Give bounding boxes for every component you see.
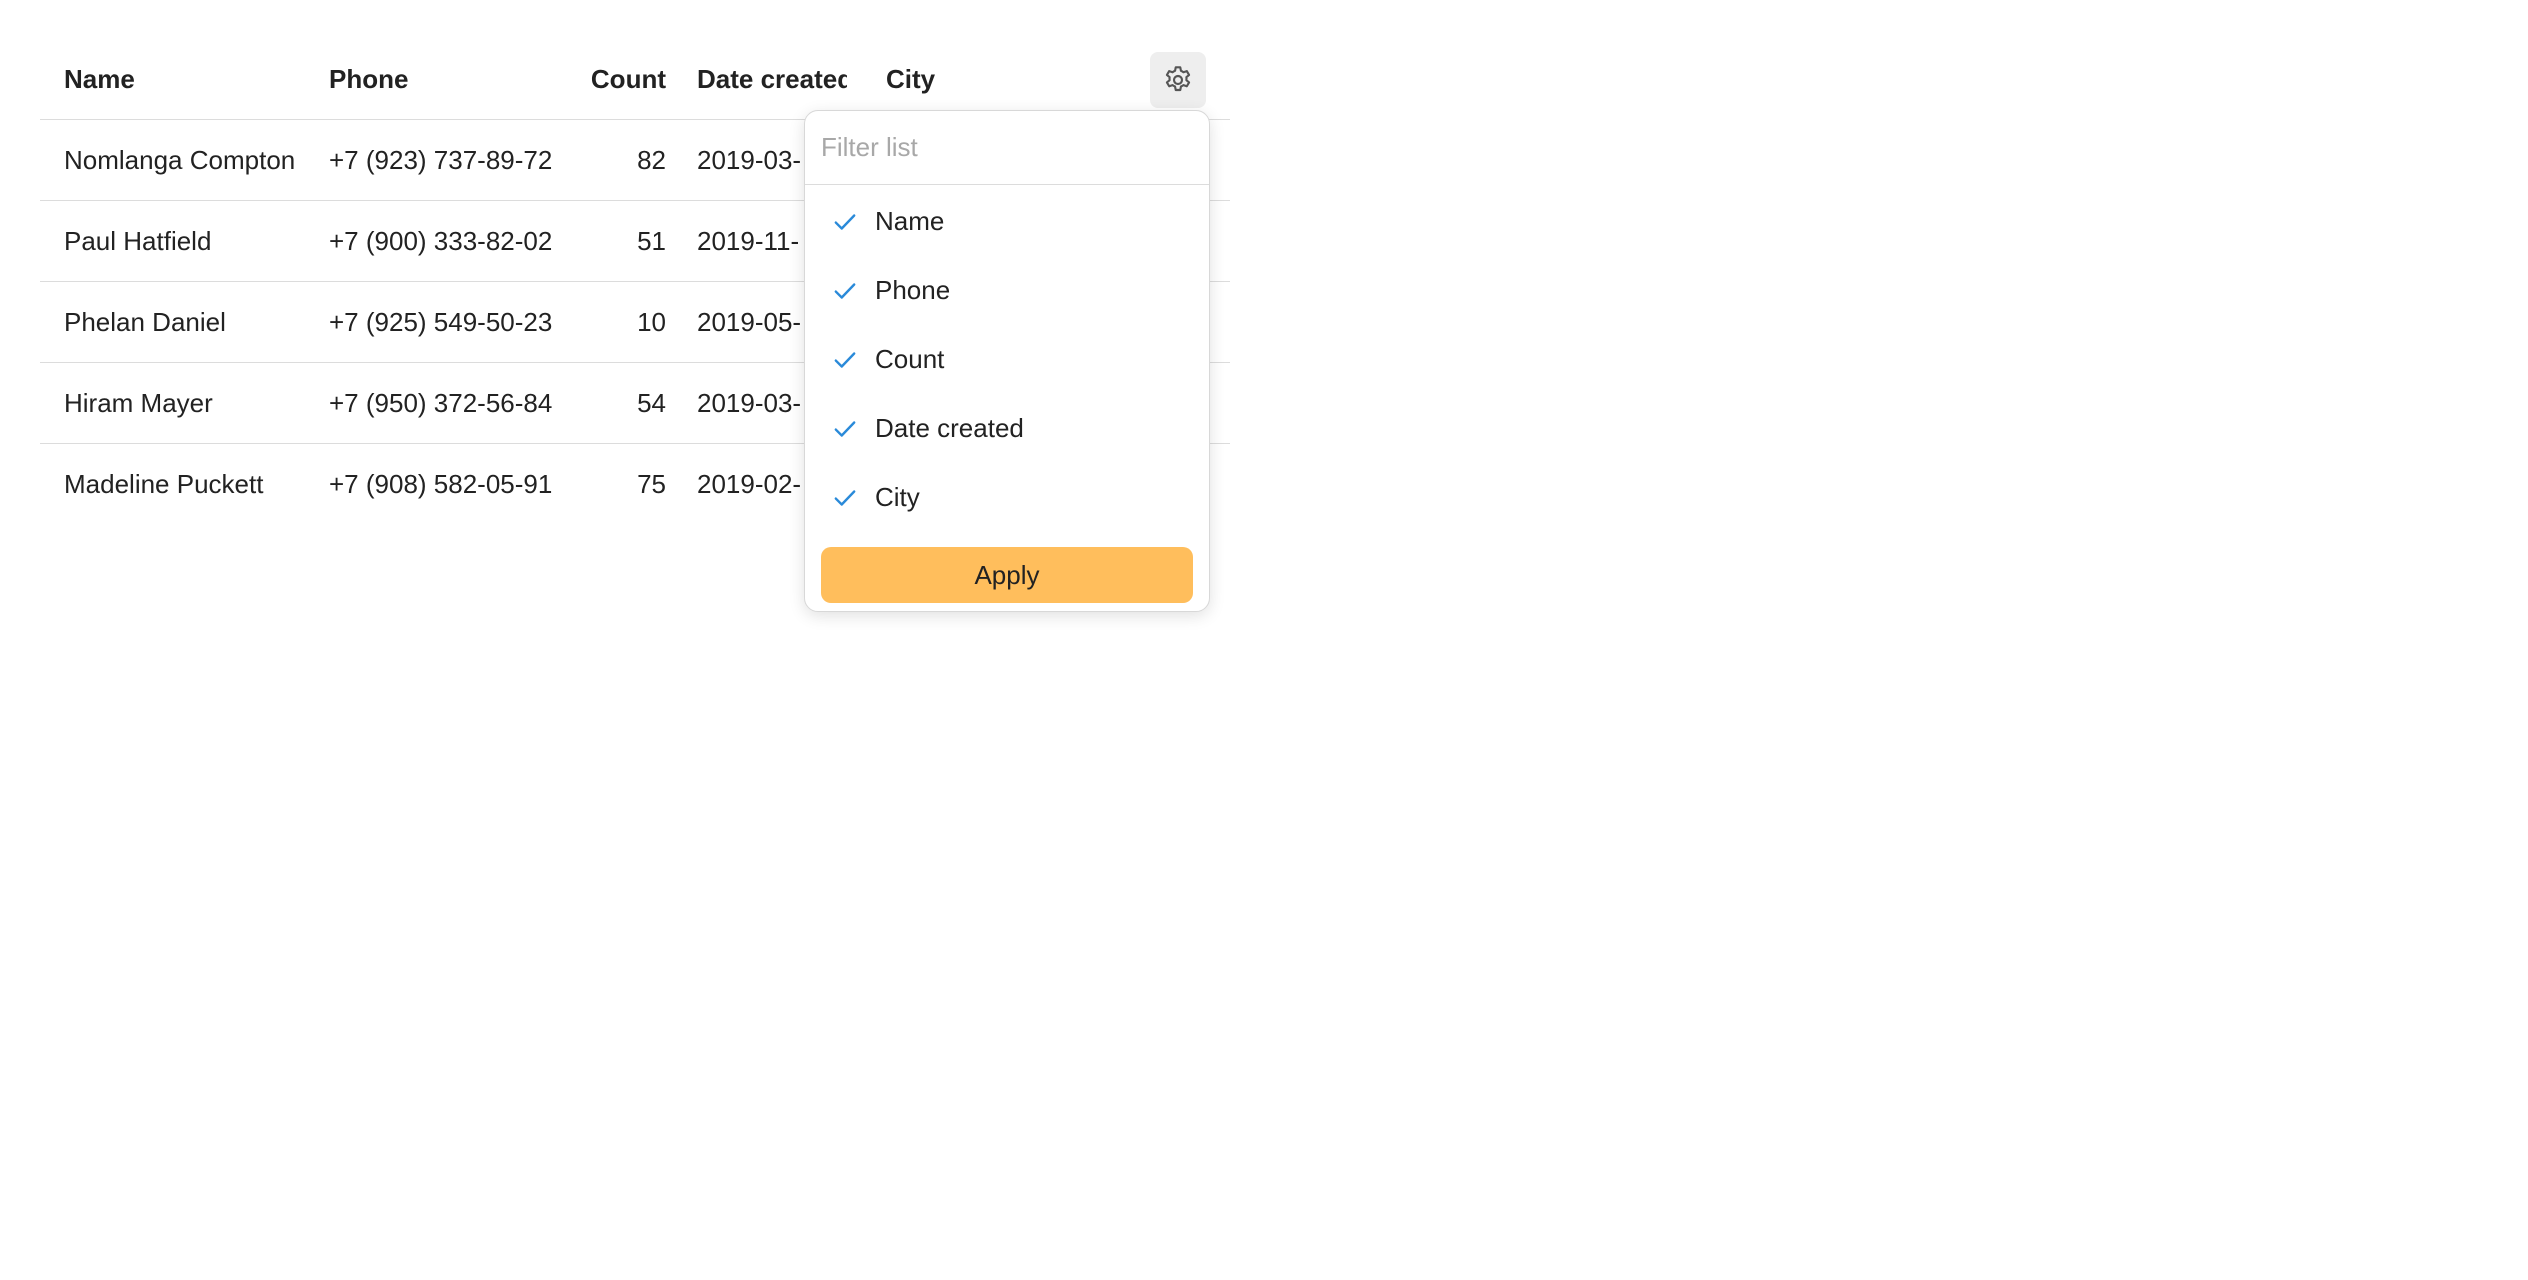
column-header-date-created[interactable]: Date created (697, 40, 847, 119)
table-header-row: Name Phone Count Date created City (40, 40, 1230, 120)
column-option-date-created[interactable]: Date created (805, 394, 1209, 463)
checkmark-icon (831, 415, 859, 443)
column-header-name[interactable]: Name (64, 40, 314, 119)
column-header-count[interactable]: Count (560, 40, 666, 119)
cell-count: 82 (637, 144, 666, 175)
column-settings-button[interactable] (1150, 52, 1206, 108)
cell-count: 10 (637, 306, 666, 337)
column-option-label: Count (875, 344, 945, 374)
cell-phone: +7 (923) 737-89-72 (329, 144, 553, 175)
column-header-city[interactable]: City (886, 40, 1036, 119)
column-option-label: Date created (875, 413, 1024, 443)
column-option-label: City (875, 482, 920, 512)
checkmark-icon (831, 277, 859, 305)
checkmark-icon (831, 346, 859, 374)
column-option-label: Phone (875, 275, 951, 305)
column-header-phone[interactable]: Phone (329, 40, 569, 119)
checkmark-icon (831, 484, 859, 512)
cell-count: 54 (637, 387, 666, 418)
column-option-phone[interactable]: Phone (805, 256, 1209, 325)
cell-name: Phelan Daniel (64, 306, 226, 337)
column-option-name[interactable]: Name (805, 187, 1209, 256)
cell-phone: +7 (950) 372-56-84 (329, 387, 553, 418)
column-options-list: Name Phone Count Date created City (805, 187, 1209, 532)
cell-name: Paul Hatfield (64, 225, 212, 256)
cell-name: Hiram Mayer (64, 387, 213, 418)
checkmark-icon (831, 208, 859, 236)
cell-name: Nomlanga Compton (64, 144, 296, 175)
apply-button[interactable]: Apply (821, 547, 1193, 603)
column-option-count[interactable]: Count (805, 325, 1209, 394)
filter-list-input[interactable] (805, 111, 1209, 185)
cell-name: Madeline Puckett (64, 468, 264, 499)
cell-phone: +7 (925) 549-50-23 (329, 306, 553, 337)
cell-phone: +7 (908) 582-05-91 (329, 468, 553, 499)
column-option-label: Name (875, 206, 945, 236)
column-option-city[interactable]: City (805, 463, 1209, 532)
column-picker-popup: Name Phone Count Date created City (804, 110, 1210, 612)
gear-icon (1165, 66, 1191, 92)
cell-count: 51 (637, 225, 666, 256)
cell-count: 75 (637, 468, 666, 499)
cell-phone: +7 (900) 333-82-02 (329, 225, 553, 256)
